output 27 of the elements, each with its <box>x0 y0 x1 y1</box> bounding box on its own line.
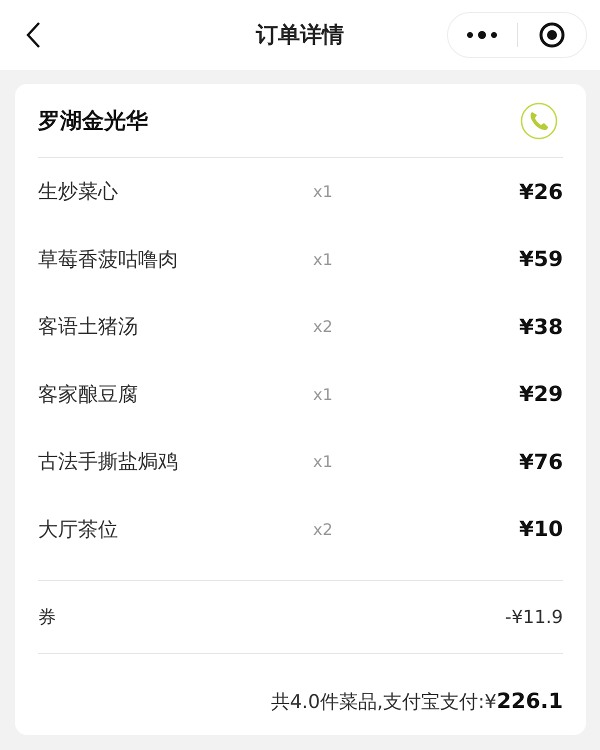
back-icon <box>25 21 41 49</box>
phone-icon <box>520 102 558 140</box>
page-title: 订单详情 <box>254 22 345 50</box>
more-icon <box>466 30 498 40</box>
item-quantity: x1 <box>313 182 333 202</box>
item-name: 生炒菜心 <box>38 178 119 206</box>
item-price: ¥59 <box>519 247 563 272</box>
item-quantity: x1 <box>313 452 333 472</box>
item-quantity: x2 <box>313 317 333 336</box>
target-icon <box>538 21 566 49</box>
item-price: ¥38 <box>519 314 563 339</box>
item-price: ¥29 <box>519 382 563 406</box>
item-name: 客家酿豆腐 <box>38 380 139 408</box>
item-name: 草莓香菠咕噜肉 <box>38 246 179 273</box>
store-name: 罗湖金光华 <box>38 108 148 136</box>
item-name: 大厅茶位 <box>38 516 119 543</box>
item-quantity: x1 <box>313 250 333 269</box>
item-quantity: x1 <box>313 384 333 404</box>
item-price: ¥26 <box>519 180 563 204</box>
item-name: 古法手撕盐焗鸡 <box>38 448 179 476</box>
item-name: 客语土猪汤 <box>38 313 139 340</box>
order-summary: 共4.0件菜品,支付宝支付:¥226.1 <box>270 689 563 715</box>
coupon-label: 券 <box>38 606 56 629</box>
item-price: ¥10 <box>519 517 563 542</box>
coupon-amount: -¥11.9 <box>504 606 563 628</box>
item-quantity: x2 <box>313 520 333 539</box>
item-price: ¥76 <box>519 450 563 474</box>
